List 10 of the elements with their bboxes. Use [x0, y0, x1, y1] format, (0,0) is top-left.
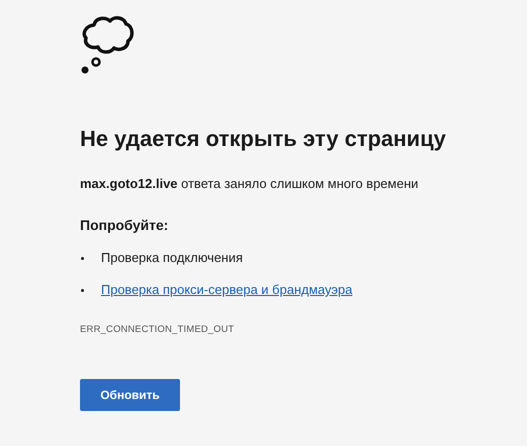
suggestion-link[interactable]: Проверка прокси-сервера и брандмауэра — [101, 281, 352, 299]
reload-button[interactable]: Обновить — [80, 379, 180, 411]
suggestion-text: Проверка подключения — [101, 249, 243, 267]
thought-bubble-icon — [80, 13, 134, 75]
bullet-icon — [81, 256, 84, 260]
error-message: max.goto12.live ответа заняло слишком много времени — [80, 175, 418, 193]
bullet-icon — [81, 288, 84, 292]
error-title: Не удается открыть эту страницу — [80, 125, 446, 153]
suggestions-heading: Попробуйте: — [80, 216, 168, 234]
error-code: ERR_CONNECTION_TIMED_OUT — [80, 324, 234, 335]
